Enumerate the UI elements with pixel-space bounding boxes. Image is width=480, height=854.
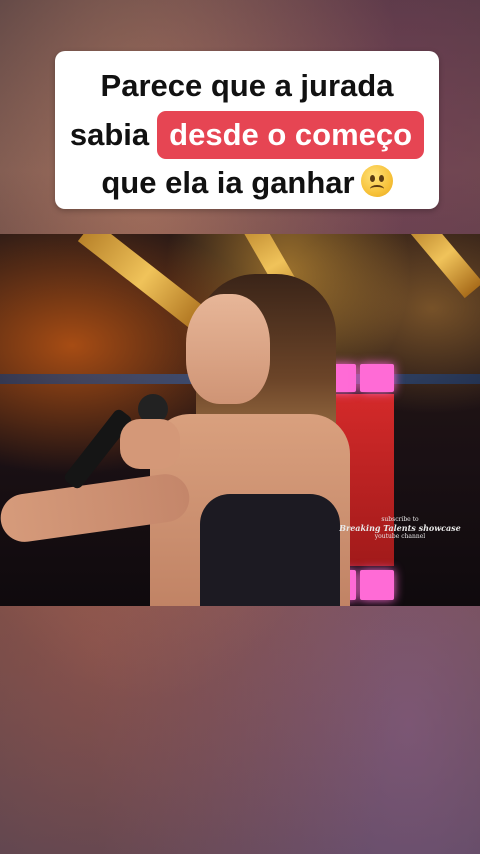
singer-dress [200, 494, 340, 606]
caption-highlight: desde o começo [157, 111, 425, 159]
watermark-top: subscribe to [381, 516, 419, 523]
video-frame[interactable]: subscribe to Breaking Talents showcase y… [0, 234, 480, 606]
watermark-bottom: youtube channel [374, 533, 426, 540]
caption-line-2: sabia desde o começo [55, 111, 439, 159]
caption-line-1: Parece que a jurada [100, 68, 394, 103]
singer-face [186, 294, 270, 404]
led-light [360, 570, 394, 600]
frowning-face-emoji-icon [360, 165, 393, 197]
caption-line-3: que ela ia ganhar [55, 163, 439, 203]
led-light [360, 364, 394, 392]
singer-hand [120, 419, 180, 469]
caption-card: Parece que a jurada sabia desde o começo … [55, 51, 439, 209]
channel-watermark: subscribe to Breaking Talents showcase y… [330, 516, 470, 540]
caption-line-3-text: que ela ia ganhar [101, 165, 355, 200]
watermark-main: Breaking Talents showcase [339, 523, 461, 533]
caption-line-2-prefix: sabia [69, 117, 150, 152]
